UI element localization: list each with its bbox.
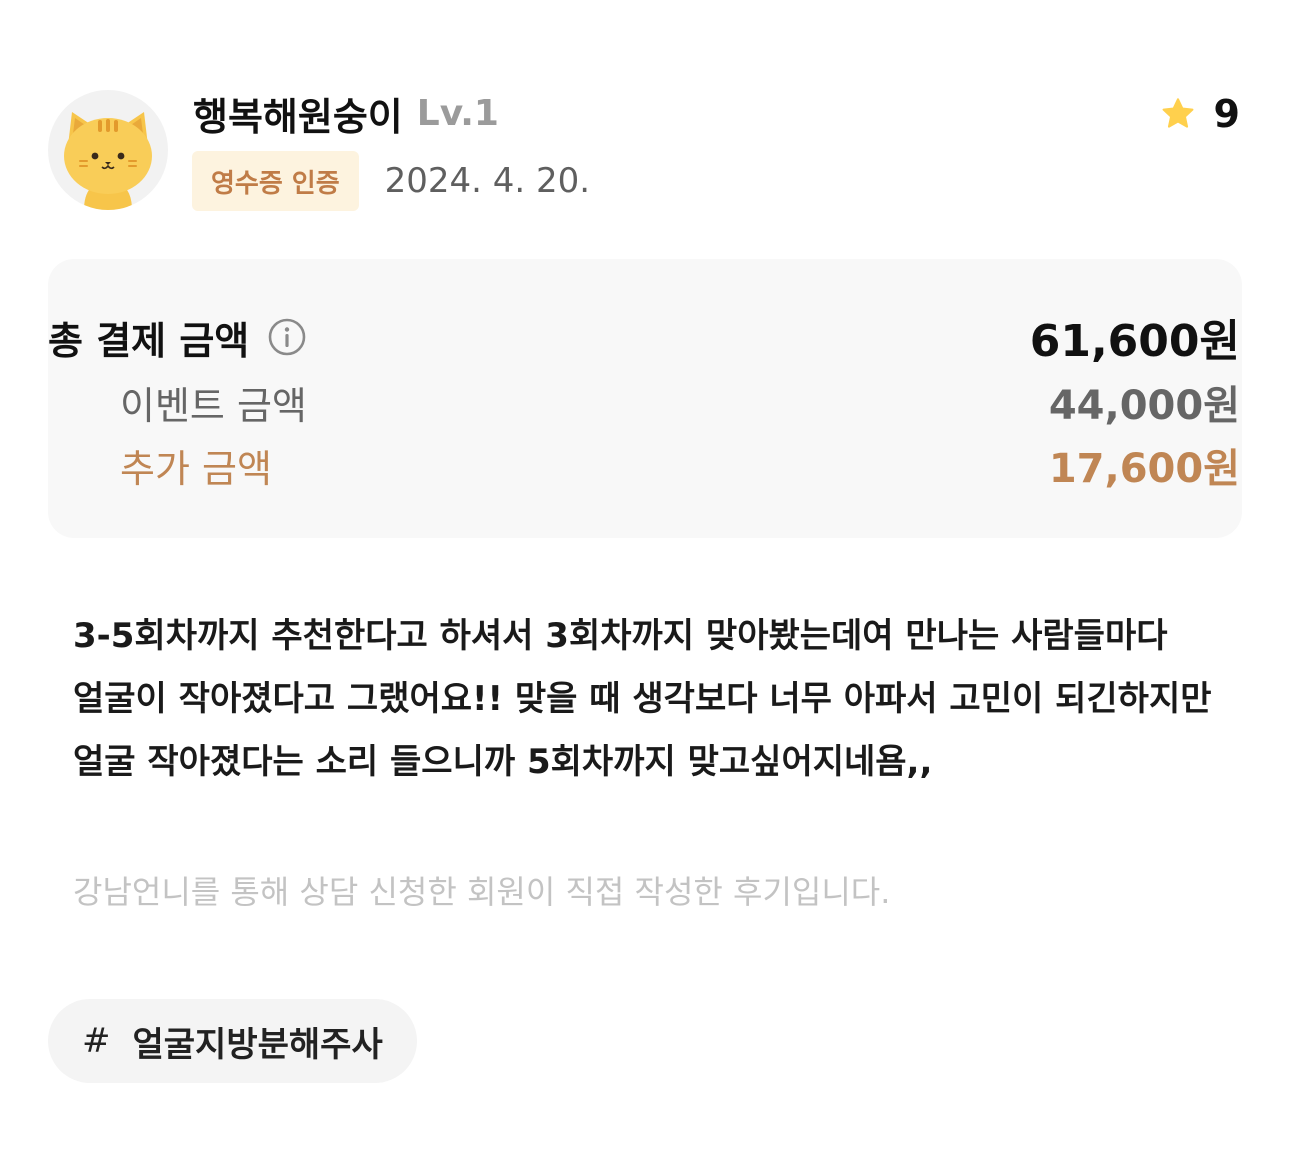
hashtag-chip[interactable]: # 얼굴지방분해주사 bbox=[48, 999, 417, 1083]
extra-price-value: 17,600원 bbox=[1048, 446, 1240, 492]
cat-avatar-icon bbox=[64, 112, 152, 210]
user-line: 행복해원숭이 Lv.1 bbox=[193, 86, 499, 141]
hash-icon: # bbox=[82, 1021, 111, 1061]
nickname[interactable]: 행복해원숭이 bbox=[193, 86, 403, 141]
extra-price-row: 추가 금액 17,600원 bbox=[120, 437, 1240, 493]
user-level: Lv.1 bbox=[416, 92, 499, 134]
info-icon[interactable] bbox=[267, 317, 307, 357]
star-icon bbox=[1162, 98, 1193, 128]
hashtag-label: 얼굴지방분해주사 bbox=[132, 1024, 383, 1065]
event-price-value: 44,000원 bbox=[1048, 383, 1240, 429]
extra-price-label: 추가 금액 bbox=[120, 446, 272, 491]
review-meta: 영수증 인증 2024. 4. 20. bbox=[192, 151, 590, 211]
event-price-label: 이벤트 금액 bbox=[120, 383, 307, 428]
review-body-text: 3-5회차까지 추천한다고 하셔서 3회차까지 맞아봤는데여 만나는 사람들마다… bbox=[73, 616, 1212, 782]
review-date: 2024. 4. 20. bbox=[384, 161, 591, 201]
receipt-verified-badge: 영수증 인증 bbox=[192, 151, 359, 211]
total-price-row: 총 결제 금액 61,600원 bbox=[48, 308, 1240, 367]
total-price-value: 61,600원 bbox=[1029, 316, 1240, 367]
rating: 9 bbox=[1160, 88, 1240, 140]
rating-value: 9 bbox=[1213, 92, 1240, 136]
review-source-notice: 강남언니를 통해 상담 신청한 회원이 직접 작성한 후기입니다. bbox=[73, 873, 891, 911]
total-price-label: 총 결제 금액 bbox=[48, 318, 250, 363]
avatar[interactable] bbox=[48, 90, 168, 210]
event-price-row: 이벤트 금액 44,000원 bbox=[120, 374, 1240, 430]
review-card: 행복해원숭이 Lv.1 영수증 인증 2024. 4. 20. 9 총 결제 금… bbox=[0, 0, 1290, 1149]
